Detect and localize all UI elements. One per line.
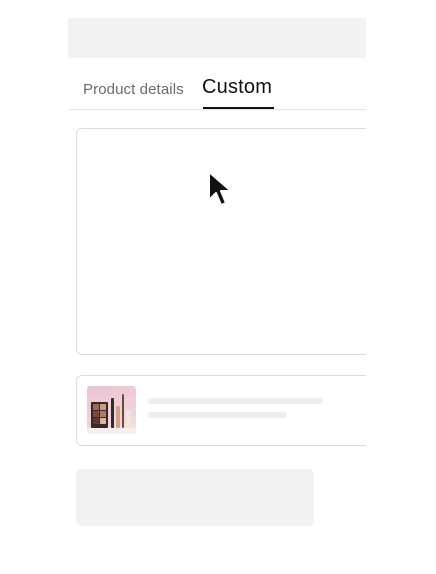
active-tab-indicator	[203, 107, 274, 109]
tab-bar: Product details Custom	[68, 70, 366, 110]
mouse-pointer-icon	[208, 171, 232, 206]
product-thumbnail	[87, 386, 136, 434]
custom-content-editor[interactable]	[76, 128, 366, 355]
makeup-products-image	[87, 394, 136, 434]
tab-custom[interactable]: Custom	[202, 76, 272, 115]
product-subtitle-skeleton	[148, 412, 287, 418]
product-card[interactable]	[76, 375, 366, 446]
button-placeholder-block	[76, 469, 314, 526]
product-title-skeleton	[148, 398, 323, 404]
header-placeholder-bar	[68, 18, 366, 58]
tab-product-details[interactable]: Product details	[83, 81, 184, 120]
content-panel: Product details Custom	[0, 0, 366, 574]
